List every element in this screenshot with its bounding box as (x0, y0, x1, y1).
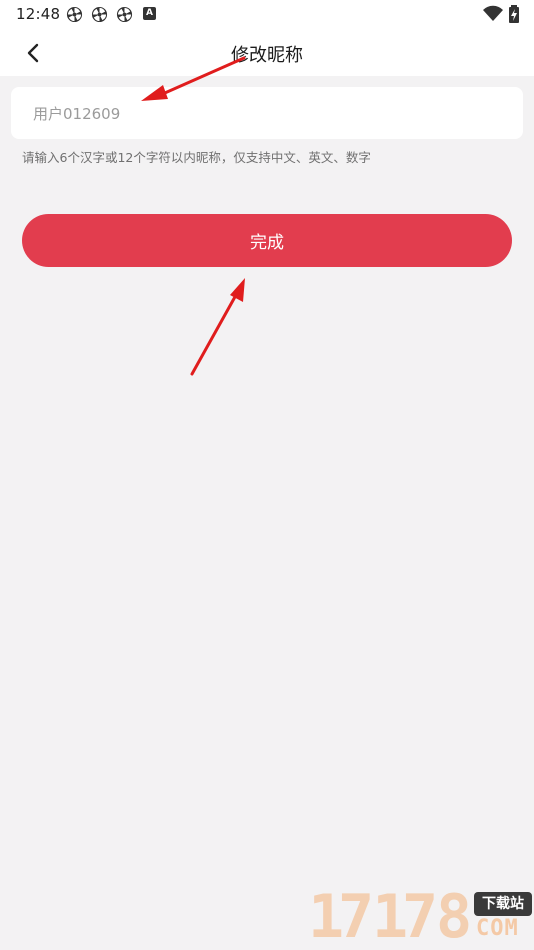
status-time: 12:48 (16, 5, 61, 23)
watermark-suffix: COM (476, 916, 519, 941)
pinwheel-icon (116, 6, 133, 23)
done-button[interactable]: 完成 (22, 214, 512, 267)
header: 修改昵称 (0, 28, 534, 76)
watermark-digit: 7 (402, 882, 439, 950)
wifi-icon (483, 5, 503, 21)
nickname-hint: 请输入6个汉字或12个字符以内昵称，仅支持中文、英文、数字 (22, 150, 371, 165)
watermark-digit: 8 (436, 882, 473, 950)
a-badge-icon: A (143, 7, 156, 20)
annotation-arrow-to-done (190, 278, 245, 376)
nickname-input[interactable] (33, 87, 503, 139)
nickname-field-card (11, 87, 523, 139)
screen: 12:48 A 修改昵称 用户012609 请输入6个汉字或12个字符以内昵称，… (0, 0, 534, 950)
watermark-digit: 7 (338, 882, 375, 950)
watermark-logo: 1 7 1 7 8 下载站 COM (308, 886, 532, 948)
pinwheel-icon (91, 6, 108, 23)
watermark-badge: 下载站 (474, 892, 532, 916)
status-bar: 12:48 A (0, 0, 534, 28)
battery-charging-icon (509, 5, 519, 23)
annotation-overlay (141, 56, 246, 376)
pinwheel-icon (66, 6, 83, 23)
page-title: 修改昵称 (231, 45, 303, 66)
